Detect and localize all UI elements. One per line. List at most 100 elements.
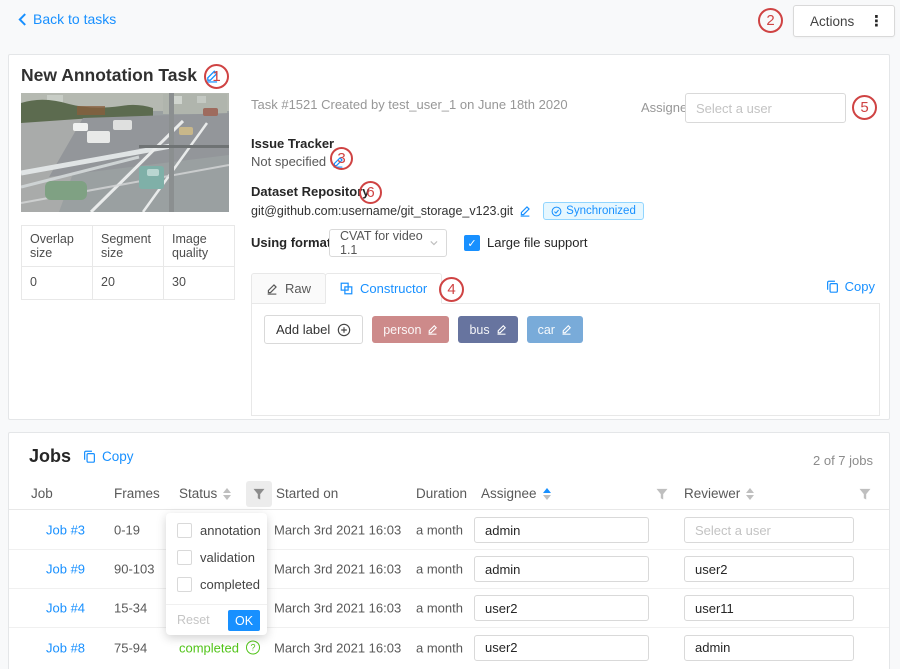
back-to-tasks-link[interactable]: Back to tasks xyxy=(18,11,116,27)
label-tag-car[interactable]: car xyxy=(527,316,583,343)
table-row: Job #8 75-94 completed ? March 3rd 2021 … xyxy=(9,628,889,667)
checkbox-icon[interactable] xyxy=(177,577,192,592)
chevron-down-icon xyxy=(430,240,438,246)
jobs-card: Jobs Copy 2 of 7 jobs Job Frames Status … xyxy=(8,432,890,669)
filter-ok-button[interactable]: OK xyxy=(228,610,260,631)
copy-icon xyxy=(83,450,96,463)
edit-label-icon[interactable] xyxy=(427,324,438,335)
col-job: Job xyxy=(31,486,53,501)
sync-badge-label: Synchronized xyxy=(566,205,636,217)
task-params-table: Overlap size Segment size Image quality … xyxy=(21,225,235,300)
param-header: Overlap size xyxy=(22,226,93,267)
label-tag-person[interactable]: person xyxy=(372,316,449,343)
assignee-filter-button[interactable] xyxy=(649,481,675,507)
filter-option-label: completed xyxy=(200,577,260,592)
duration-cell: a month xyxy=(416,562,463,577)
assignee-input[interactable] xyxy=(474,556,649,582)
filter-option-label: validation xyxy=(200,550,255,565)
check-circle-icon xyxy=(551,206,562,217)
edit-repo-icon[interactable] xyxy=(519,205,531,217)
question-circle-icon: ? xyxy=(246,641,260,655)
callout-4: 4 xyxy=(439,277,464,302)
assignee-input[interactable] xyxy=(474,595,649,621)
col-status[interactable]: Status xyxy=(179,486,231,501)
reviewer-input[interactable] xyxy=(684,556,854,582)
assignee-input[interactable] xyxy=(474,635,649,661)
dataset-repo-label: Dataset Repository xyxy=(251,184,369,199)
job-link[interactable]: Job #9 xyxy=(46,562,85,577)
frames-cell: 75-94 xyxy=(114,640,147,655)
format-select[interactable]: CVAT for video 1.1 xyxy=(329,229,447,257)
col-assignee-label: Assignee xyxy=(481,486,537,501)
caret-up-icon xyxy=(223,488,231,493)
label-name: car xyxy=(538,323,555,337)
filter-funnel-icon xyxy=(253,488,265,500)
status-filter-button[interactable] xyxy=(246,481,272,507)
task-title: New Annotation Task xyxy=(21,65,197,86)
labels-row: Add label person bus car xyxy=(264,315,583,344)
caret-up-icon xyxy=(543,488,551,493)
job-link[interactable]: Job #3 xyxy=(46,523,85,538)
jobs-copy-button[interactable]: Copy xyxy=(83,449,134,464)
col-frames: Frames xyxy=(114,486,160,501)
col-reviewer[interactable]: Reviewer xyxy=(684,486,754,501)
filter-option-annotation[interactable]: annotation xyxy=(177,523,261,538)
reviewer-sorter[interactable] xyxy=(746,488,754,500)
edit-label-icon[interactable] xyxy=(561,324,572,335)
callout-3: 3 xyxy=(330,147,353,170)
large-file-label: Large file support xyxy=(487,235,587,250)
started-cell: March 3rd 2021 16:03 xyxy=(274,562,401,577)
job-link[interactable]: Job #8 xyxy=(46,640,85,655)
cvat-task-page: Back to tasks Actions ⋮ 2 New Annotation… xyxy=(0,0,900,669)
assignee-sorter[interactable] xyxy=(543,488,551,500)
edit-label-icon[interactable] xyxy=(496,324,507,335)
param-header: Image quality xyxy=(164,226,235,267)
status-sorter[interactable] xyxy=(223,488,231,500)
duration-cell: a month xyxy=(416,601,463,616)
back-label: Back to tasks xyxy=(33,11,116,27)
filter-option-completed[interactable]: completed xyxy=(177,577,260,592)
reviewer-input[interactable] xyxy=(684,517,854,543)
callout-6: 6 xyxy=(359,181,382,204)
labels-copy-button[interactable]: Copy xyxy=(826,279,875,294)
add-label-button[interactable]: Add label xyxy=(264,315,363,344)
filter-option-validation[interactable]: validation xyxy=(177,550,255,565)
filter-funnel-icon xyxy=(656,488,668,500)
param-value: 20 xyxy=(93,267,164,300)
job-link[interactable]: Job #4 xyxy=(46,601,85,616)
reviewer-filter-button[interactable] xyxy=(852,481,878,507)
started-cell: March 3rd 2021 16:03 xyxy=(274,523,401,538)
duration-cell: a month xyxy=(416,640,463,655)
checkbox-icon[interactable] xyxy=(177,550,192,565)
dataset-repo-url: git@github.com:username/git_storage_v123… xyxy=(251,204,513,218)
large-file-checkbox[interactable]: ✓ xyxy=(464,235,480,251)
callout-1: 1 xyxy=(204,64,229,89)
col-reviewer-label: Reviewer xyxy=(684,486,740,501)
plus-circle-icon xyxy=(337,323,351,337)
frames-cell: 0-19 xyxy=(114,523,140,538)
filter-option-label: annotation xyxy=(200,523,261,538)
col-assignee[interactable]: Assignee xyxy=(481,486,551,501)
pencil-icon xyxy=(266,283,278,295)
filter-reset-button[interactable]: Reset xyxy=(177,613,210,627)
reviewer-input[interactable] xyxy=(684,635,854,661)
label-tag-bus[interactable]: bus xyxy=(458,316,517,343)
tab-raw[interactable]: Raw xyxy=(251,273,326,304)
caret-down-icon xyxy=(543,495,551,500)
assignee-input[interactable] xyxy=(474,517,649,543)
status-text: completed xyxy=(179,640,239,655)
table-row: Job #3 0-19 March 3rd 2021 16:03 a month xyxy=(9,511,889,550)
callout-2: 2 xyxy=(758,8,783,33)
actions-button[interactable]: Actions ⋮ xyxy=(793,5,895,37)
jobs-table-header: Job Frames Status Started on Duration As… xyxy=(9,479,889,510)
caret-down-icon xyxy=(746,495,754,500)
checkbox-icon[interactable] xyxy=(177,523,192,538)
tab-constructor[interactable]: Constructor xyxy=(325,273,442,304)
task-meta: Task #1521 Created by test_user_1 on Jun… xyxy=(251,97,568,112)
assigned-to-input[interactable] xyxy=(685,93,846,123)
labels-panel: Add label person bus car xyxy=(251,303,880,416)
task-card: New Annotation Task 1 xyxy=(8,54,890,420)
reviewer-input[interactable] xyxy=(684,595,854,621)
filter-funnel-icon xyxy=(859,488,871,500)
more-vertical-icon: ⋮ xyxy=(869,12,884,30)
